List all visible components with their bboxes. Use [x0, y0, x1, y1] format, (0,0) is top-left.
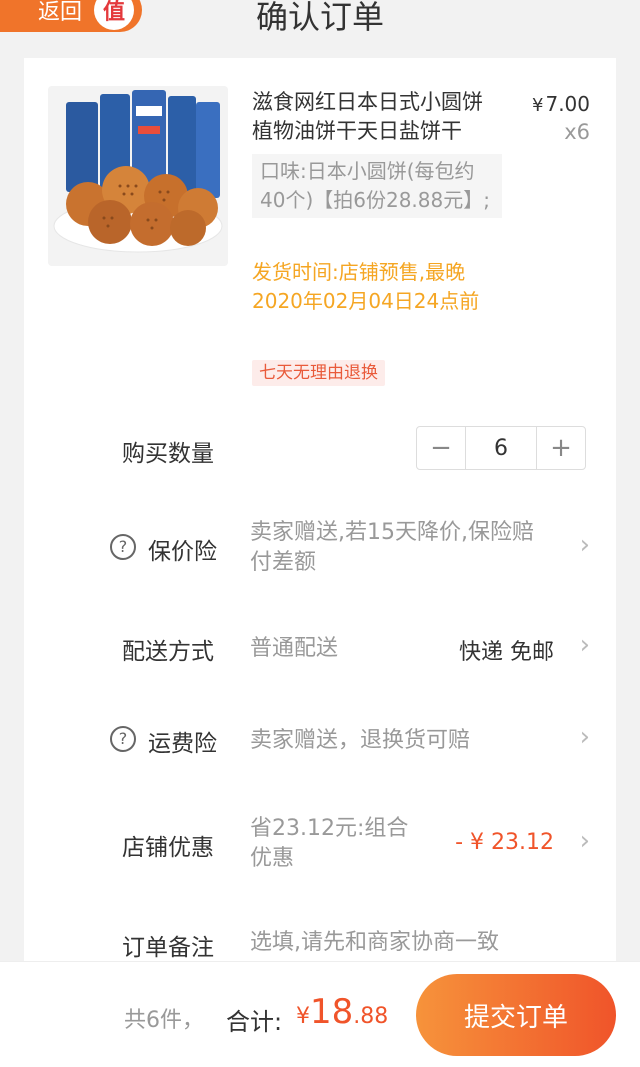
price-currency: ¥ [532, 95, 544, 116]
freight-insurance-value: 卖家赠送，退换货可赔 [250, 728, 471, 753]
total-label: 合计: [226, 1008, 283, 1036]
total-decimal: .88 [353, 1004, 389, 1029]
help-icon[interactable]: ? [110, 726, 136, 752]
decrease-button[interactable]: − [417, 427, 465, 469]
total-currency: ¥ [296, 1004, 310, 1029]
delivery-method: 快递 免邮 [459, 640, 554, 665]
delivery-label: 配送方式 [122, 639, 214, 665]
delivery-row[interactable]: 配送方式 普通配送 快递 免邮 › [24, 630, 616, 670]
increase-button[interactable]: + [537, 427, 585, 469]
product-sku: 口味:日本小圆饼(每包约40个)【拍6份28.88元】; [252, 154, 502, 218]
order-note-row[interactable]: 订单备注 选填,请先和商家协商一致 [24, 924, 616, 964]
ship-time-notice: 发货时间:店铺预售,最晚2020年02月04日24点前 [252, 260, 480, 313]
product-price: ¥7.00 [532, 92, 590, 116]
product-quantity: x6 [564, 120, 590, 144]
submit-order-button[interactable]: 提交订单 [416, 974, 616, 1056]
chevron-right-icon[interactable]: › [580, 530, 590, 560]
help-icon[interactable]: ? [110, 534, 136, 560]
page-title: 确认订单 [255, 0, 384, 36]
order-note-input[interactable]: 选填,请先和商家协商一致 [250, 928, 570, 958]
price-protection-row[interactable]: ? 保价险 卖家赠送,若15天降价,保险赔付差额 › [24, 514, 616, 584]
quantity-label: 购买数量 [122, 441, 214, 467]
top-bar: 返回 值 确认订单 [0, 0, 640, 58]
shop-discount-value: 省23.12元:组合优惠 [250, 816, 409, 871]
product-title[interactable]: 滋食网红日本日式小圆饼植物油饼干天日盐饼干 [252, 88, 502, 146]
quantity-stepper[interactable]: − 6 + [416, 426, 586, 470]
shop-discount-label: 店铺优惠 [122, 835, 214, 861]
chevron-right-icon[interactable]: › [580, 826, 590, 856]
freight-insurance-label: 运费险 [148, 731, 217, 757]
total-amount: ¥18.88 [296, 992, 388, 1032]
discount-amount: - ¥ 23.12 [455, 830, 554, 855]
price-protection-value: 卖家赠送,若15天降价,保险赔付差额 [250, 520, 534, 575]
order-note-label: 订单备注 [122, 935, 214, 961]
delivery-value: 普通配送 [250, 636, 339, 661]
quantity-input[interactable]: 6 [465, 427, 537, 469]
chevron-right-icon[interactable]: › [580, 722, 590, 752]
total-integer: 18 [310, 992, 354, 1032]
order-card: 滋食网红日本日式小圆饼植物油饼干天日盐饼干 ¥7.00 x6 口味:日本小圆饼(… [24, 58, 616, 1067]
return-policy-badge: 七天无理由退换 [252, 360, 385, 386]
checkout-bar: 共6件， 合计: ¥18.88 提交订单 [0, 961, 640, 1067]
product-image[interactable] [48, 86, 228, 266]
shop-discount-row[interactable]: 店铺优惠 省23.12元:组合优惠 - ¥ 23.12 › [24, 814, 616, 878]
chevron-right-icon[interactable]: › [580, 630, 590, 660]
price-protection-label: 保价险 [148, 539, 217, 565]
cookie-image-icon [48, 86, 228, 266]
item-count: 共6件， [124, 1008, 204, 1033]
price-value: 7.00 [545, 92, 590, 116]
freight-insurance-row[interactable]: ? 运费险 卖家赠送，退换货可赔 › [24, 722, 616, 762]
